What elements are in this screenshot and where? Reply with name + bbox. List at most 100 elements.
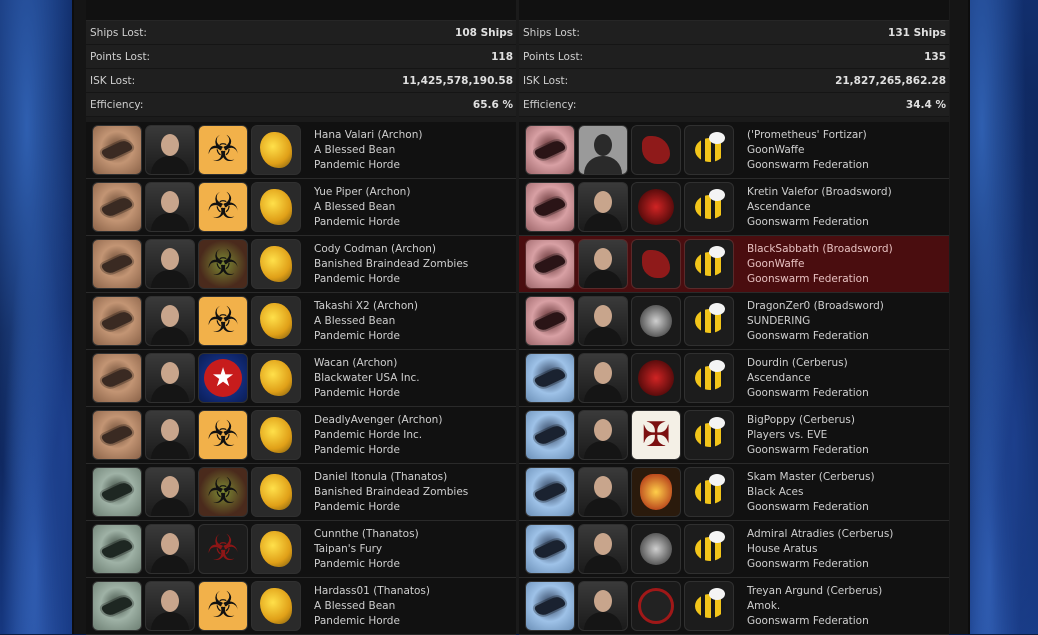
kill-row[interactable]: ☣ Takashi X2 (Archon) A Blessed Bean Pandem…	[86, 293, 516, 350]
pilot-name-link[interactable]: Hardass01 (Thanatos)	[314, 584, 430, 599]
alliance-logo-icon[interactable]	[684, 581, 734, 631]
alliance-name-link[interactable]: Pandemic Horde	[314, 386, 420, 401]
pilot-portrait[interactable]	[578, 581, 628, 631]
corp-name-link[interactable]: Black Aces	[747, 485, 875, 500]
alliance-name-link[interactable]: Pandemic Horde	[314, 557, 419, 572]
pilot-name-link[interactable]: Dourdin (Cerberus)	[747, 356, 869, 371]
alliance-name-link[interactable]: Pandemic Horde	[314, 614, 430, 629]
alliance-logo-icon[interactable]	[251, 410, 301, 460]
alliance-logo-icon[interactable]	[251, 467, 301, 517]
kill-row[interactable]: ☣ DeadlyAvenger (Archon) Pandemic Horde In…	[86, 407, 516, 464]
kill-row[interactable]: Skam Master (Cerberus) Black Aces Goonswar…	[519, 464, 949, 521]
ship-icon[interactable]	[525, 125, 575, 175]
pilot-portrait[interactable]	[578, 125, 628, 175]
kill-row[interactable]: Dourdin (Cerberus) Ascendance Goonswarm Fe…	[519, 350, 949, 407]
kill-row[interactable]: DragonZer0 (Broadsword) SUNDERING Goonswar…	[519, 293, 949, 350]
corp-name-link[interactable]: Taipan's Fury	[314, 542, 419, 557]
alliance-name-link[interactable]: Pandemic Horde	[314, 443, 442, 458]
pilot-portrait[interactable]	[145, 239, 195, 289]
alliance-logo-icon[interactable]	[684, 125, 734, 175]
kill-row[interactable]: ☣ Hana Valari (Archon) A Blessed Bean Pande…	[86, 122, 516, 179]
corp-name-link[interactable]: A Blessed Bean	[314, 314, 418, 329]
pilot-portrait[interactable]	[578, 353, 628, 403]
pilot-name-link[interactable]: Admiral Atradies (Cerberus)	[747, 527, 893, 542]
corp-name-link[interactable]: Amok.	[747, 599, 882, 614]
kill-row[interactable]: ★ Wacan (Archon) Blackwater USA Inc. Pandem…	[86, 350, 516, 407]
corp-logo-icon[interactable]	[631, 467, 681, 517]
corp-logo-icon[interactable]	[631, 182, 681, 232]
kill-row[interactable]: ☣ Daniel Itonula (Thanatos) Banished Brain…	[86, 464, 516, 521]
pilot-name-link[interactable]: DeadlyAvenger (Archon)	[314, 413, 442, 428]
alliance-name-link[interactable]: Goonswarm Federation	[747, 386, 869, 401]
corp-logo-icon[interactable]	[631, 524, 681, 574]
alliance-name-link[interactable]: Pandemic Horde	[314, 158, 422, 173]
corp-name-link[interactable]: GoonWaffe	[747, 257, 893, 272]
kill-row[interactable]: BlackSabbath (Broadsword) GoonWaffe Goonsw…	[519, 236, 949, 293]
ship-icon[interactable]	[525, 296, 575, 346]
pilot-portrait[interactable]	[145, 467, 195, 517]
kill-row[interactable]: ☣ Yue Piper (Archon) A Blessed Bean Pandemi…	[86, 179, 516, 236]
alliance-logo-icon[interactable]	[684, 353, 734, 403]
ship-icon[interactable]	[92, 125, 142, 175]
alliance-logo-icon[interactable]	[251, 182, 301, 232]
corp-logo-icon[interactable]: ✠	[631, 410, 681, 460]
corp-logo-icon[interactable]: ☣	[198, 467, 248, 517]
alliance-name-link[interactable]: Goonswarm Federation	[747, 557, 893, 572]
alliance-logo-icon[interactable]	[251, 353, 301, 403]
alliance-name-link[interactable]: Goonswarm Federation	[747, 329, 884, 344]
ship-icon[interactable]	[525, 467, 575, 517]
corp-name-link[interactable]: Ascendance	[747, 200, 892, 215]
ship-icon[interactable]	[525, 182, 575, 232]
corp-logo-icon[interactable]	[631, 353, 681, 403]
alliance-logo-icon[interactable]	[684, 296, 734, 346]
alliance-logo-icon[interactable]	[251, 296, 301, 346]
kill-row[interactable]: ☣ Cody Codman (Archon) Banished Braindead …	[86, 236, 516, 293]
pilot-portrait[interactable]	[145, 296, 195, 346]
kill-row[interactable]: Treyan Argund (Cerberus) Amok. Goonswarm F…	[519, 578, 949, 635]
kill-row[interactable]: Admiral Atradies (Cerberus) House Aratus G…	[519, 521, 949, 578]
ship-icon[interactable]	[92, 467, 142, 517]
pilot-portrait[interactable]	[145, 581, 195, 631]
pilot-portrait[interactable]	[578, 467, 628, 517]
corp-name-link[interactable]: House Aratus	[747, 542, 893, 557]
pilot-portrait[interactable]	[578, 524, 628, 574]
ship-icon[interactable]	[525, 524, 575, 574]
alliance-logo-icon[interactable]	[684, 467, 734, 517]
pilot-portrait[interactable]	[578, 296, 628, 346]
corp-logo-icon[interactable]: ☣	[198, 410, 248, 460]
pilot-name-link[interactable]: Cody Codman (Archon)	[314, 242, 468, 257]
alliance-name-link[interactable]: Pandemic Horde	[314, 500, 468, 515]
ship-icon[interactable]	[525, 581, 575, 631]
corp-logo-icon[interactable]: ☣	[198, 239, 248, 289]
alliance-logo-icon[interactable]	[684, 524, 734, 574]
pilot-name-link[interactable]: Cunnthe (Thanatos)	[314, 527, 419, 542]
corp-name-link[interactable]: Banished Braindead Zombies	[314, 257, 468, 272]
pilot-portrait[interactable]	[145, 410, 195, 460]
alliance-name-link[interactable]: Pandemic Horde	[314, 272, 468, 287]
ship-icon[interactable]	[92, 353, 142, 403]
pilot-name-link[interactable]: Wacan (Archon)	[314, 356, 420, 371]
corp-name-link[interactable]: SUNDERING	[747, 314, 884, 329]
alliance-logo-icon[interactable]	[684, 410, 734, 460]
kill-row[interactable]: ('Prometheus' Fortizar) GoonWaffe Goonswar…	[519, 122, 949, 179]
ship-icon[interactable]	[92, 581, 142, 631]
corp-logo-icon[interactable]: ☣	[198, 296, 248, 346]
alliance-name-link[interactable]: Goonswarm Federation	[747, 443, 869, 458]
corp-logo-icon[interactable]: ★	[198, 353, 248, 403]
kill-row[interactable]: ✠ BigPoppy (Cerberus) Players vs. EVE Goons…	[519, 407, 949, 464]
pilot-name-link[interactable]: DragonZer0 (Broadsword)	[747, 299, 884, 314]
corp-name-link[interactable]: A Blessed Bean	[314, 599, 430, 614]
ship-icon[interactable]	[92, 296, 142, 346]
corp-logo-icon[interactable]: ☣	[198, 182, 248, 232]
pilot-portrait[interactable]	[145, 125, 195, 175]
corp-logo-icon[interactable]	[631, 239, 681, 289]
corp-name-link[interactable]: Ascendance	[747, 371, 869, 386]
ship-icon[interactable]	[525, 410, 575, 460]
alliance-name-link[interactable]: Pandemic Horde	[314, 329, 418, 344]
pilot-name-link[interactable]: Hana Valari (Archon)	[314, 128, 422, 143]
ship-icon[interactable]	[92, 182, 142, 232]
ship-icon[interactable]	[92, 524, 142, 574]
pilot-portrait[interactable]	[145, 353, 195, 403]
ship-icon[interactable]	[525, 239, 575, 289]
corp-logo-icon[interactable]	[631, 296, 681, 346]
